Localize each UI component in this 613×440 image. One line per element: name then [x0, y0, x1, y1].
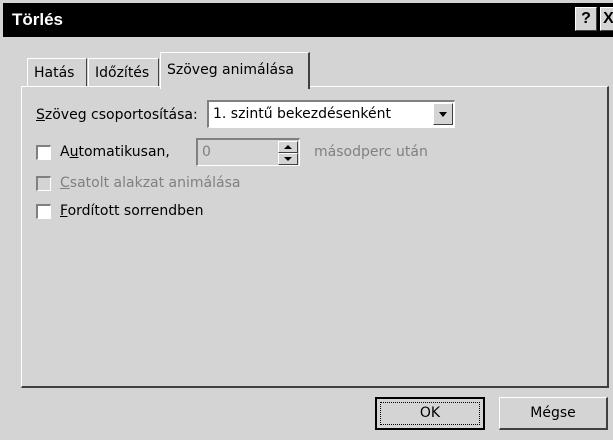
auto-label-text: tomatikusan, [78, 144, 170, 160]
animation-dialog: Törlés ? X Hatás Időzítés Szöveg animálá… [0, 0, 613, 440]
focus-rectangle [380, 402, 480, 425]
auto-checkbox[interactable] [36, 145, 51, 160]
reverse-label-accesskey: F [60, 203, 68, 219]
tab-hatas[interactable]: Hatás [27, 58, 87, 88]
spin-down-icon[interactable] [278, 153, 298, 165]
attached-label-text: satolt alakzat animálása [69, 175, 241, 191]
seconds-unit-label: másodperc után [314, 144, 428, 160]
group-select-value: 1. szintű bekezdésenként [213, 106, 391, 122]
cancel-button[interactable]: Mégse [499, 397, 608, 430]
chevron-down-icon[interactable] [433, 103, 453, 125]
spin-up-icon[interactable] [278, 141, 298, 153]
tab-idozites[interactable]: Időzítés [88, 58, 159, 88]
tab-panel [21, 86, 609, 388]
reverse-order-label: Fordított sorrendben [60, 203, 203, 219]
group-select[interactable]: 1. szintű bekezdésenként [207, 100, 455, 128]
seconds-spinner[interactable]: 0 [196, 138, 300, 166]
close-button[interactable]: X [600, 7, 613, 31]
auto-label: Automatikusan, [60, 144, 170, 160]
attached-shape-checkbox[interactable] [36, 176, 51, 191]
cancel-button-label: Mégse [530, 405, 576, 421]
group-label-text: zöveg csoportosítása: [44, 107, 198, 123]
attached-shape-label: Csatolt alakzat animálása [60, 175, 240, 191]
ok-button[interactable]: OK [375, 397, 485, 430]
group-label-accesskey: S [36, 107, 45, 123]
help-button[interactable]: ? [575, 7, 597, 31]
group-label: Szöveg csoportosítása: [36, 107, 198, 123]
title-bar: Törlés ? X [3, 3, 613, 37]
reverse-label-text: ordított sorrendben [67, 203, 204, 219]
seconds-value: 0 [202, 144, 211, 160]
tab-szoveg-animalasa[interactable]: Szöveg animálása [160, 52, 310, 89]
window-title: Törlés [12, 10, 64, 29]
attached-label-accesskey: C [60, 175, 70, 191]
auto-label-pre: A [60, 144, 70, 160]
reverse-order-checkbox[interactable] [36, 204, 51, 219]
